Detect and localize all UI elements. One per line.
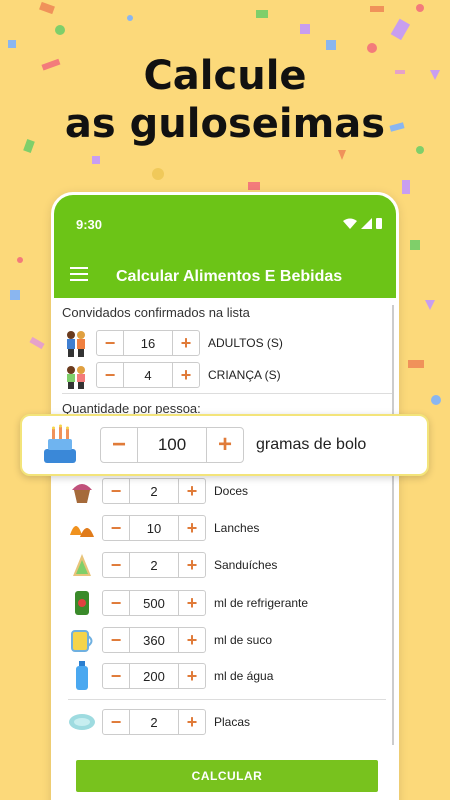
lanches-minus-button[interactable]: − — [103, 516, 129, 540]
placas-label: Placas — [214, 715, 251, 729]
refrigerante-stepper: − 500 + — [102, 590, 206, 616]
list-item-refrigerante: − 500 + ml de refrigerante — [68, 589, 308, 617]
placas-minus-button[interactable]: − — [103, 710, 129, 734]
children-label: CRIANÇA (S) — [208, 368, 281, 382]
cake-popup-row: − 100 + gramas de bolo — [20, 414, 429, 476]
juice-jug-icon — [68, 626, 96, 654]
water-bottle-icon — [68, 661, 96, 690]
agua-stepper: − 200 + — [102, 663, 206, 689]
menu-icon[interactable] — [70, 267, 88, 283]
sanduiches-stepper: − 2 + — [102, 552, 206, 578]
soda-can-icon — [68, 589, 96, 617]
adults-stepper: − 16 + — [96, 330, 200, 356]
battery-icon — [376, 218, 382, 229]
cake-label: gramas de bolo — [256, 436, 367, 453]
adults-row: − 16 + ADULTOS (S) — [62, 329, 283, 357]
doces-stepper: − 2 + — [102, 478, 206, 504]
headline-line-2: as guloseimas — [64, 101, 386, 147]
adults-minus-button[interactable]: − — [97, 331, 123, 355]
children-minus-button[interactable]: − — [97, 363, 123, 387]
children-icon — [62, 361, 90, 389]
children-plus-button[interactable]: + — [173, 363, 199, 387]
refrigerante-label: ml de refrigerante — [214, 596, 309, 610]
doces-minus-button[interactable]: − — [103, 479, 129, 503]
adults-label: ADULTOS (S) — [208, 336, 283, 350]
status-time: 9:30 — [76, 217, 103, 232]
list-item-suco: − 360 + ml de suco — [68, 626, 272, 654]
agua-minus-button[interactable]: − — [103, 664, 129, 688]
headline: Calcule as guloseimas — [0, 52, 450, 148]
sanduiches-minus-button[interactable]: − — [103, 553, 129, 577]
sanduiches-plus-button[interactable]: + — [179, 553, 205, 577]
status-bar: 9:30 — [54, 195, 396, 255]
adults-plus-button[interactable]: + — [173, 331, 199, 355]
phone-frame: 9:30 Calcular Alimentos E Bebidas Convid… — [51, 192, 399, 800]
signal-icon — [361, 217, 372, 229]
list-item-placas: − 2 + Placas — [68, 708, 250, 736]
list-item-sanduiches: − 2 + Sanduíches — [68, 551, 277, 579]
list-item-doces: − 2 + Doces — [68, 477, 248, 505]
calculate-button[interactable]: CALCULAR — [76, 760, 378, 792]
divider — [68, 699, 386, 700]
list-item-lanches: − 10 + Lanches — [68, 514, 259, 542]
guests-label: Convidados confirmados na lista — [62, 305, 250, 320]
wifi-icon — [343, 218, 357, 229]
plate-icon — [68, 708, 96, 736]
lanches-label: Lanches — [214, 521, 260, 535]
cupcake-icon — [68, 477, 96, 505]
refrigerante-minus-button[interactable]: − — [103, 591, 129, 615]
doces-plus-button[interactable]: + — [179, 479, 205, 503]
refrigerante-value[interactable]: 500 — [129, 591, 179, 615]
cake-stepper: − 100 + — [100, 427, 244, 463]
lanches-plus-button[interactable]: + — [179, 516, 205, 540]
children-stepper: − 4 + — [96, 362, 200, 388]
sandwich-icon — [68, 551, 96, 579]
placas-value[interactable]: 2 — [129, 710, 179, 734]
headline-line-1: Calcule — [143, 53, 307, 99]
adults-value[interactable]: 16 — [123, 331, 173, 355]
agua-value[interactable]: 200 — [129, 664, 179, 688]
refrigerante-plus-button[interactable]: + — [179, 591, 205, 615]
suco-value[interactable]: 360 — [129, 628, 179, 652]
scrollbar[interactable] — [392, 305, 394, 745]
doces-label: Doces — [214, 484, 249, 498]
lanches-stepper: − 10 + — [102, 515, 206, 541]
cake-icon — [38, 423, 82, 467]
sanduiches-value[interactable]: 2 — [129, 553, 179, 577]
agua-label: ml de água — [214, 669, 274, 683]
cake-value[interactable]: 100 — [137, 428, 207, 462]
cake-minus-button[interactable]: − — [101, 428, 137, 462]
status-icons — [343, 217, 382, 229]
sanduiches-label: Sanduíches — [214, 558, 278, 572]
divider — [62, 393, 394, 394]
app-title: Calcular Alimentos E Bebidas — [116, 268, 343, 285]
lanches-value[interactable]: 10 — [129, 516, 179, 540]
children-value[interactable]: 4 — [123, 363, 173, 387]
placas-stepper: − 2 + — [102, 709, 206, 735]
snack-icon — [68, 514, 96, 542]
suco-stepper: − 360 + — [102, 627, 206, 653]
app-bar: Calcular Alimentos E Bebidas — [54, 255, 396, 298]
children-row: − 4 + CRIANÇA (S) — [62, 361, 281, 389]
suco-plus-button[interactable]: + — [179, 628, 205, 652]
doces-value[interactable]: 2 — [129, 479, 179, 503]
agua-plus-button[interactable]: + — [179, 664, 205, 688]
suco-minus-button[interactable]: − — [103, 628, 129, 652]
adults-icon — [62, 329, 90, 357]
placas-plus-button[interactable]: + — [179, 710, 205, 734]
cake-plus-button[interactable]: + — [207, 428, 243, 462]
suco-label: ml de suco — [214, 633, 273, 647]
list-item-agua: − 200 + ml de água — [68, 661, 274, 690]
